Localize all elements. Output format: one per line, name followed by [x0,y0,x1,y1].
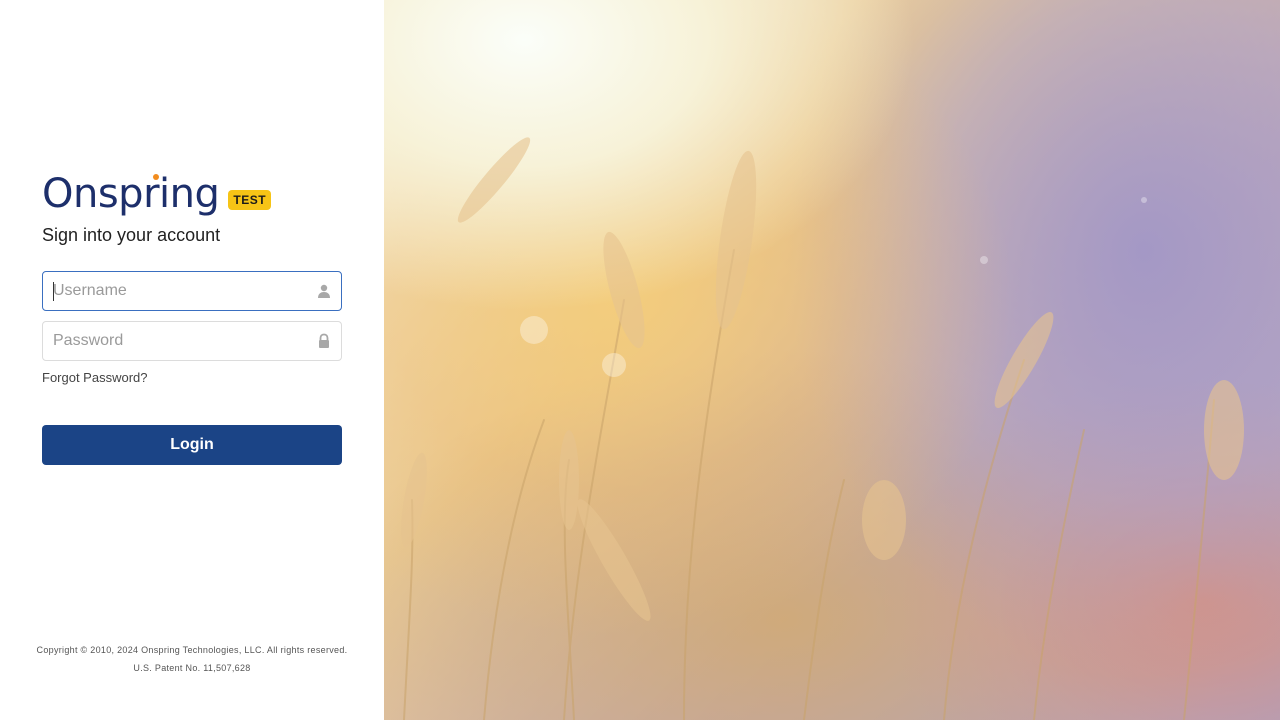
copyright-text: Copyright © 2010, 2024 Onspring Technolo… [36,645,348,655]
login-button[interactable]: Login [42,425,342,465]
grass-field-illustration [401,137,1244,720]
hero-image [384,0,1280,720]
username-field[interactable] [42,271,342,311]
password-input[interactable] [43,322,303,360]
brand-header: Onspring TEST [42,171,272,217]
environment-badge: TEST [228,190,272,210]
text-cursor [53,282,54,301]
user-icon [316,283,332,299]
logo-dot [153,174,159,180]
forgot-password-link[interactable]: Forgot Password? [42,370,148,385]
onspring-logo: Onspring [42,171,220,217]
lock-icon [316,333,332,349]
patent-text: U.S. Patent No. 11,507,628 [133,663,251,673]
page-title: Sign into your account [42,225,221,245]
password-field[interactable] [42,321,342,361]
username-input[interactable] [43,272,303,310]
login-page: Onspring TEST Sign into your account Use… [0,0,1280,720]
logo-text: Onspring [42,171,220,217]
login-panel: Onspring TEST Sign into your account Use… [0,0,384,720]
footer: Copyright © 2010, 2024 Onspring Technolo… [0,641,384,677]
